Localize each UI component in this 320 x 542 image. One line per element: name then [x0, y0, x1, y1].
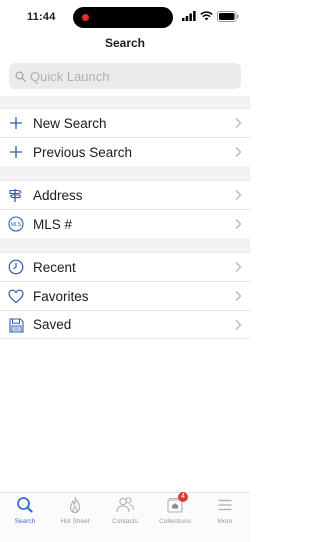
row-label: Address: [33, 187, 83, 203]
plus-icon: [8, 115, 24, 131]
row-label: MLS #: [33, 216, 73, 232]
recent-row[interactable]: Recent: [0, 252, 250, 281]
recording-indicator-icon: [82, 14, 89, 21]
search-bar: [0, 58, 250, 96]
clock-icon: [8, 259, 24, 275]
chevron-right-icon: [235, 262, 242, 272]
wifi-icon: [200, 11, 213, 21]
tab-label: More: [217, 518, 233, 525]
menu-icon: [215, 496, 235, 514]
section-separator: [0, 166, 250, 180]
tab-hot-sheet[interactable]: Hot Sheet: [50, 496, 100, 530]
tab-more[interactable]: More: [200, 496, 250, 530]
favorites-row[interactable]: Favorites: [0, 281, 250, 310]
chevron-right-icon: [235, 147, 242, 157]
quick-launch-input[interactable]: [30, 68, 230, 84]
row-label: Favorites: [33, 288, 89, 304]
floppy-disk-icon: [8, 317, 24, 333]
tab-label: Hot Sheet: [60, 518, 90, 525]
battery-icon: [217, 10, 239, 22]
tab-label: Collections: [159, 518, 191, 525]
mls-icon-text: MLS: [11, 222, 22, 228]
section-separator: [0, 96, 250, 108]
chevron-right-icon: [235, 291, 242, 301]
mls-number-row[interactable]: MLS MLS #: [0, 209, 250, 238]
search-icon: [15, 70, 26, 82]
page-title: Search: [104, 36, 146, 50]
quick-launch-field[interactable]: [9, 63, 241, 89]
row-label: Saved: [33, 317, 72, 332]
chevron-right-icon: [235, 118, 242, 128]
chevron-right-icon: [235, 190, 242, 200]
cellular-signal-icon: [182, 11, 196, 21]
previous-search-row[interactable]: Previous Search: [0, 137, 250, 166]
row-label: New Search: [33, 115, 107, 131]
status-bar: 11:44: [0, 0, 250, 34]
dynamic-island: [73, 7, 173, 28]
flame-icon: [65, 496, 85, 514]
signpost-icon: [8, 187, 24, 203]
heart-icon: [8, 288, 24, 304]
row-label: Previous Search: [33, 144, 133, 160]
tab-search[interactable]: Search: [0, 496, 50, 530]
row-label: Recent: [33, 259, 76, 275]
tab-bar: Search Hot Sheet Contacts 4 Collections …: [0, 492, 250, 542]
new-search-row[interactable]: New Search: [0, 108, 250, 137]
tab-label: Contacts: [112, 518, 138, 525]
tab-contacts[interactable]: Contacts: [100, 496, 150, 530]
contacts-icon: [115, 496, 135, 514]
mls-icon: MLS: [8, 216, 24, 232]
notification-badge: 4: [178, 492, 188, 502]
chevron-right-icon: [235, 219, 242, 229]
plus-icon: [8, 144, 24, 160]
tab-label: Search: [14, 518, 36, 525]
status-time: 11:44: [27, 11, 56, 23]
search-icon: [15, 496, 35, 514]
address-row[interactable]: Address: [0, 180, 250, 209]
status-icons: [182, 10, 239, 22]
chevron-right-icon: [235, 320, 242, 330]
tab-collections[interactable]: 4 Collections: [150, 492, 200, 530]
saved-row[interactable]: Saved: [0, 310, 250, 339]
section-separator: [0, 238, 250, 252]
collections-icon: 4: [165, 492, 188, 514]
